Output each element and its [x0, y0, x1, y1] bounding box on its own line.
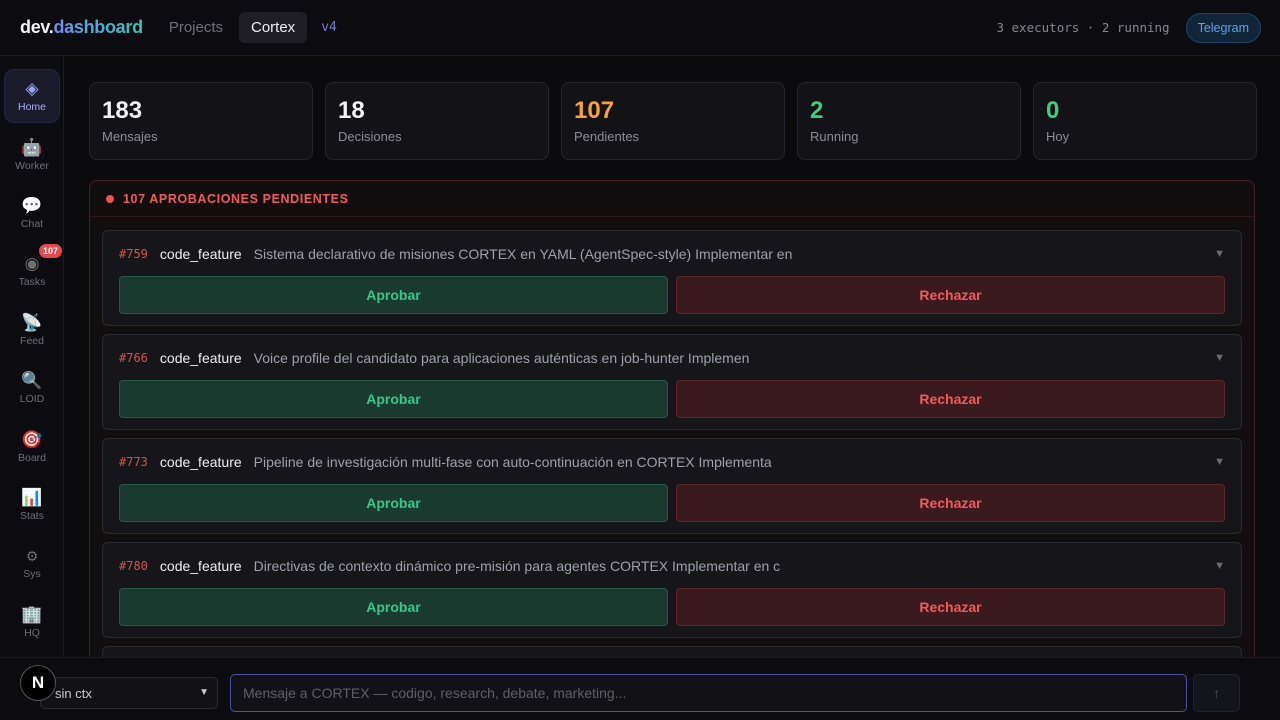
bar-chart-icon: 📊: [21, 488, 43, 507]
approval-item-partial: [102, 646, 1242, 657]
sidebar-item-feed[interactable]: 📡 Feed: [4, 303, 60, 357]
context-select[interactable]: sin ctx ▼: [40, 677, 218, 709]
sidebar-item-label: Sys: [23, 568, 41, 580]
sidebar-item-label: Chat: [20, 218, 44, 230]
sidebar-item-label: Board: [17, 452, 47, 464]
speech-bubble-icon: 💬: [21, 196, 43, 215]
tasks-count-badge: 107: [38, 244, 62, 258]
chevron-down-icon[interactable]: ▼: [1214, 352, 1225, 364]
executor-status: 3 executors · 2 running: [996, 20, 1170, 35]
tab-projects[interactable]: Projects: [157, 12, 235, 43]
sidebar-item-label: Feed: [20, 335, 44, 347]
task-type: code_feature: [159, 558, 242, 574]
stat-card-hoy: 0 Hoy: [1033, 82, 1257, 160]
sidebar-item-home[interactable]: ◈ Home: [4, 69, 60, 123]
stat-label: Mensajes: [102, 129, 158, 144]
stat-card-running: 2 Running: [797, 82, 1021, 160]
tab-cortex[interactable]: Cortex: [239, 12, 308, 43]
sidebar-item-sys[interactable]: ⚙ Sys: [4, 536, 60, 590]
stat-card-pendientes: 107 Pendientes: [561, 82, 785, 160]
sidebar-item-worker[interactable]: 🤖 Worker: [4, 128, 60, 182]
task-description: Voice profile del candidato para aplicac…: [253, 350, 750, 366]
stat-card-mensajes: 183 Mensajes: [89, 82, 313, 160]
reject-button[interactable]: Rechazar: [676, 380, 1225, 418]
stat-label: Running: [810, 129, 859, 144]
chevron-down-icon[interactable]: ▼: [1214, 456, 1225, 468]
sidebar-item-label: Tasks: [18, 276, 46, 288]
reject-button[interactable]: Rechazar: [676, 484, 1225, 522]
stat-value: 107: [574, 97, 615, 124]
gear-icon: ⚙: [25, 548, 39, 564]
send-button[interactable]: ↑: [1193, 674, 1240, 712]
approval-item: #773 code_feature Pipeline de investigac…: [102, 438, 1242, 534]
task-description: Sistema declarativo de misiones CORTEX e…: [253, 246, 793, 262]
magnifier-icon: 🔍: [21, 371, 43, 390]
task-type: code_feature: [159, 350, 242, 366]
task-id: #780: [119, 559, 148, 573]
main-content: 183 Mensajes 18 Decisiones 107 Pendiente…: [65, 57, 1280, 657]
app-logo[interactable]: dev.dashboard: [20, 17, 143, 38]
sidebar-item-label: Home: [17, 101, 46, 113]
task-type: code_feature: [159, 246, 242, 262]
sidebar-item-label: Stats: [20, 510, 44, 522]
reject-button[interactable]: Rechazar: [676, 276, 1225, 314]
sidebar-item-loid[interactable]: 🔍 LOID: [4, 361, 60, 415]
task-description: Pipeline de investigación multi-fase con…: [253, 454, 772, 470]
stat-value: 0: [1046, 97, 1060, 124]
alert-dot-icon: [106, 194, 114, 203]
approve-button[interactable]: Aprobar: [119, 588, 668, 626]
stat-value: 18: [338, 97, 365, 124]
sidebar-item-hq[interactable]: 🏢 HQ: [4, 595, 60, 649]
sidebar-item-label: Worker: [15, 160, 49, 172]
task-description: Directivas de contexto dinámico pre-misi…: [253, 558, 781, 574]
robot-icon: 🤖: [21, 138, 43, 157]
target-icon: 🎯: [21, 430, 43, 449]
sidebar-item-label: LOID: [19, 393, 45, 405]
sidebar-item-stats[interactable]: 📊 Stats: [4, 478, 60, 532]
task-type: code_feature: [159, 454, 242, 470]
top-bar: dev.dashboard Projects Cortex v4 3 execu…: [0, 0, 1280, 56]
approvals-header: 107 APROBACIONES PENDIENTES: [90, 181, 1254, 217]
task-id: #759: [119, 247, 148, 261]
stat-card-decisiones: 18 Decisiones: [325, 82, 549, 160]
diamond-icon: ◈: [25, 79, 39, 98]
sidebar-item-label: HQ: [24, 627, 40, 639]
stats-row: 183 Mensajes 18 Decisiones 107 Pendiente…: [89, 82, 1257, 160]
task-id: #766: [119, 351, 148, 365]
reject-button[interactable]: Rechazar: [676, 588, 1225, 626]
arrow-up-icon: ↑: [1213, 685, 1220, 701]
approve-button[interactable]: Aprobar: [119, 380, 668, 418]
satellite-icon: 📡: [21, 313, 43, 332]
stat-label: Pendientes: [574, 129, 640, 144]
chevron-down-icon: ▼: [199, 687, 209, 698]
telegram-button[interactable]: Telegram: [1185, 12, 1261, 43]
approve-button[interactable]: Aprobar: [119, 484, 668, 522]
sidebar-item-chat[interactable]: 💬 Chat: [4, 186, 60, 240]
sidebar-item-tasks[interactable]: ◉ Tasks 107: [4, 244, 62, 298]
composer-bar: sin ctx ▼ ↑: [0, 657, 1280, 720]
stat-value: 2: [810, 97, 824, 124]
version-label: v4: [321, 20, 337, 35]
radio-button-icon: ◉: [24, 254, 40, 273]
approve-button[interactable]: Aprobar: [119, 276, 668, 314]
building-icon: 🏢: [21, 605, 43, 624]
approval-item: #766 code_feature Voice profile del cand…: [102, 334, 1242, 430]
message-input[interactable]: [230, 674, 1187, 712]
task-id: #773: [119, 455, 148, 469]
user-avatar[interactable]: N: [20, 665, 56, 701]
chevron-down-icon[interactable]: ▼: [1214, 560, 1225, 572]
sidebar: ◈ Home 🤖 Worker 💬 Chat ◉ Tasks 107 📡 Fee…: [0, 57, 64, 657]
context-select-value: sin ctx: [55, 685, 92, 701]
sidebar-item-board[interactable]: 🎯 Board: [4, 420, 60, 474]
stat-label: Hoy: [1046, 129, 1070, 144]
approvals-title: 107 APROBACIONES PENDIENTES: [123, 191, 349, 206]
stat-label: Decisiones: [338, 129, 402, 144]
approval-item: #759 code_feature Sistema declarativo de…: [102, 230, 1242, 326]
approvals-panel: 107 APROBACIONES PENDIENTES #759 code_fe…: [89, 180, 1255, 657]
chevron-down-icon[interactable]: ▼: [1214, 248, 1225, 260]
stat-value: 183: [102, 97, 143, 124]
approval-item: #780 code_feature Directivas de contexto…: [102, 542, 1242, 638]
